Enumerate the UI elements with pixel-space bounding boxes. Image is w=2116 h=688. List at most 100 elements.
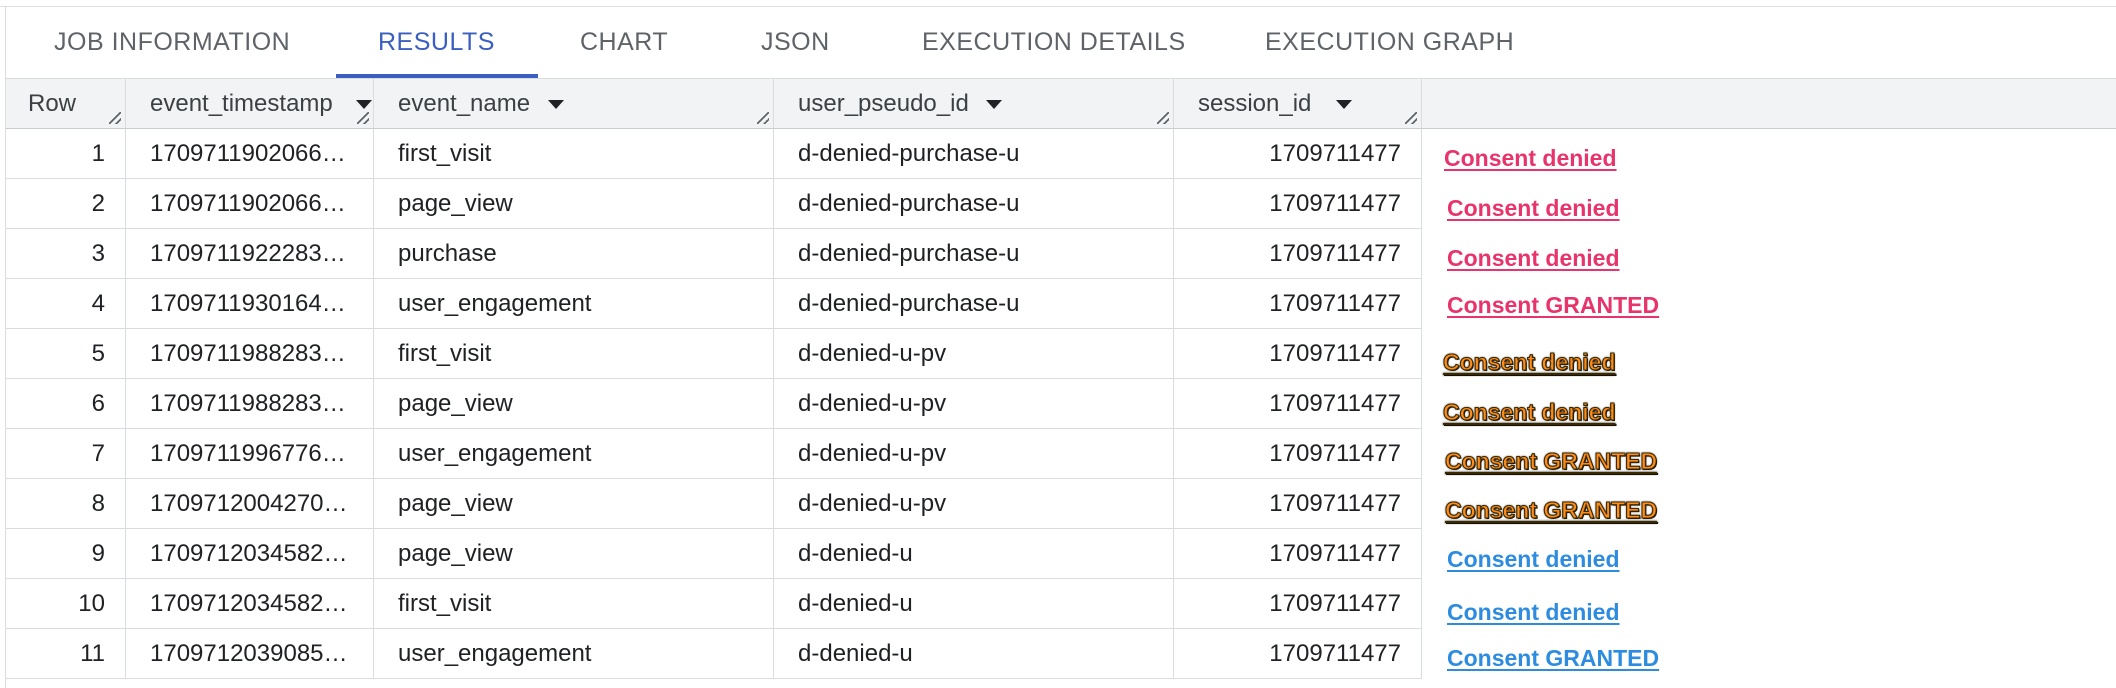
row-number-cell: 10 xyxy=(6,579,126,629)
row-number-cell: 9 xyxy=(6,529,126,579)
event-timestamp-cell: 1709711996776… xyxy=(126,429,374,479)
consent-annotation: Consent denied xyxy=(1443,399,1617,426)
event-name-cell: page_view xyxy=(374,479,774,529)
tab-job-information[interactable]: JOB INFORMATION xyxy=(54,6,290,78)
column-header-label: session_id xyxy=(1198,90,1312,117)
session-id-cell: 1709711477 xyxy=(1174,479,1422,529)
table-row[interactable]: 5 1709711988283… first_visit d-denied-u-pv 1… xyxy=(6,329,1422,379)
session-id-cell: 1709711477 xyxy=(1174,329,1422,379)
user-pseudo-id-cell: d-denied-purchase-u xyxy=(774,229,1174,279)
column-header-user-pseudo-id[interactable]: user_pseudo_id xyxy=(774,79,1174,129)
row-number-cell: 11 xyxy=(6,629,126,679)
event-timestamp-cell: 1709712004270… xyxy=(126,479,374,529)
sort-dropdown-icon[interactable] xyxy=(1336,100,1352,109)
table-row[interactable]: 4 1709711930164… user_engagement d-denied-p… xyxy=(6,279,1422,329)
consent-annotation: Consent denied xyxy=(1444,145,1617,171)
session-id-cell: 1709711477 xyxy=(1174,229,1422,279)
table-row[interactable]: 9 1709712034582… page_view d-denied-u 170971… xyxy=(6,529,1422,579)
consent-annotation: Consent denied xyxy=(1447,245,1620,271)
user-pseudo-id-cell: d-denied-purchase-u xyxy=(774,179,1174,229)
row-number-cell: 8 xyxy=(6,479,126,529)
event-name-cell: purchase xyxy=(374,229,774,279)
user-pseudo-id-cell: d-denied-u-pv xyxy=(774,429,1174,479)
user-pseudo-id-cell: d-denied-u-pv xyxy=(774,379,1174,429)
event-name-cell: user_engagement xyxy=(374,429,774,479)
event-name-cell: page_view xyxy=(374,379,774,429)
column-header-session-id[interactable]: session_id xyxy=(1174,79,1422,129)
resize-handle-icon[interactable] xyxy=(109,112,121,124)
row-number-cell: 4 xyxy=(6,279,126,329)
user-pseudo-id-cell: d-denied-purchase-u xyxy=(774,129,1174,179)
resize-handle-icon[interactable] xyxy=(1405,112,1417,124)
resize-handle-icon[interactable] xyxy=(1157,112,1169,124)
user-pseudo-id-cell: d-denied-u-pv xyxy=(774,479,1174,529)
event-timestamp-cell: 1709711922283… xyxy=(126,229,374,279)
consent-annotation: Consent denied xyxy=(1447,546,1620,572)
user-pseudo-id-cell: d-denied-purchase-u xyxy=(774,279,1174,329)
session-id-cell: 1709711477 xyxy=(1174,579,1422,629)
table-row[interactable]: 8 1709712004270… page_view d-denied-u-pv 170… xyxy=(6,479,1422,529)
user-pseudo-id-cell: d-denied-u-pv xyxy=(774,329,1174,379)
row-number-cell: 7 xyxy=(6,429,126,479)
consent-annotation: Consent GRANTED xyxy=(1444,497,1658,524)
session-id-cell: 1709711477 xyxy=(1174,429,1422,479)
active-tab-indicator xyxy=(336,74,538,78)
tab-execution-details[interactable]: EXECUTION DETAILS xyxy=(922,6,1186,78)
user-pseudo-id-cell: d-denied-u xyxy=(774,529,1174,579)
sort-dropdown-icon[interactable] xyxy=(548,100,564,109)
session-id-cell: 1709711477 xyxy=(1174,529,1422,579)
session-id-cell: 1709711477 xyxy=(1174,179,1422,229)
table-row[interactable]: 1 1709711902066… first_visit d-denied-purch… xyxy=(6,129,1422,179)
user-pseudo-id-cell: d-denied-u xyxy=(774,629,1174,679)
consent-annotation: Consent denied xyxy=(1443,349,1617,376)
event-name-cell: first_visit xyxy=(374,129,774,179)
table-row[interactable]: 3 1709711922283… purchase d-denied-purchase… xyxy=(6,229,1422,279)
column-header-label: event_timestamp xyxy=(150,90,333,117)
tab-execution-graph[interactable]: EXECUTION GRAPH xyxy=(1265,6,1514,78)
event-name-cell: user_engagement xyxy=(374,279,774,329)
user-pseudo-id-cell: d-denied-u xyxy=(774,579,1174,629)
event-timestamp-cell: 1709712039085… xyxy=(126,629,374,679)
consent-annotation: Consent denied xyxy=(1447,599,1620,625)
event-name-cell: first_visit xyxy=(374,579,774,629)
sort-dropdown-icon[interactable] xyxy=(356,100,372,109)
event-name-cell: page_view xyxy=(374,529,774,579)
consent-annotation: Consent denied xyxy=(1447,195,1620,221)
table-row[interactable]: 10 1709712034582… first_visit d-denied-u 170… xyxy=(6,579,1422,629)
column-header-label: user_pseudo_id xyxy=(798,90,969,117)
tab-results[interactable]: RESULTS xyxy=(378,6,495,78)
consent-annotation: Consent GRANTED xyxy=(1447,292,1660,318)
row-number-cell: 2 xyxy=(6,179,126,229)
consent-annotation: Consent GRANTED xyxy=(1447,645,1660,671)
event-timestamp-cell: 1709711902066… xyxy=(126,129,374,179)
event-timestamp-cell: 1709711988283… xyxy=(126,379,374,429)
table-row[interactable]: 11 1709712039085… user_engagement d-denied-… xyxy=(6,629,1422,679)
column-header-row[interactable]: Row xyxy=(6,79,126,129)
session-id-cell: 1709711477 xyxy=(1174,129,1422,179)
row-number-cell: 5 xyxy=(6,329,126,379)
tab-json[interactable]: JSON xyxy=(761,6,830,78)
table-row[interactable]: 2 1709711902066… page_view d-denied-purchas… xyxy=(6,179,1422,229)
event-timestamp-cell: 1709711930164… xyxy=(126,279,374,329)
resize-handle-icon[interactable] xyxy=(357,112,369,124)
event-timestamp-cell: 1709712034582… xyxy=(126,529,374,579)
event-name-cell: page_view xyxy=(374,179,774,229)
resize-handle-icon[interactable] xyxy=(757,112,769,124)
row-number-cell: 1 xyxy=(6,129,126,179)
consent-annotation: Consent GRANTED xyxy=(1444,448,1658,475)
event-name-cell: first_visit xyxy=(374,329,774,379)
event-timestamp-cell: 1709711988283… xyxy=(126,329,374,379)
session-id-cell: 1709711477 xyxy=(1174,629,1422,679)
row-number-cell: 6 xyxy=(6,379,126,429)
sort-dropdown-icon[interactable] xyxy=(986,100,1002,109)
column-header-label: Row xyxy=(28,90,77,117)
column-header-event-timestamp[interactable]: event_timestamp xyxy=(126,79,374,129)
table-row[interactable]: 6 1709711988283… page_view d-denied-u-pv 170… xyxy=(6,379,1422,429)
event-name-cell: user_engagement xyxy=(374,629,774,679)
column-header-event-name[interactable]: event_name xyxy=(374,79,774,129)
column-header-label: event_name xyxy=(398,90,531,117)
column-header-filler xyxy=(1422,79,2116,129)
tab-chart[interactable]: CHART xyxy=(580,6,668,78)
table-row[interactable]: 7 1709711996776… user_engagement d-denied-u… xyxy=(6,429,1422,479)
row-number-cell: 3 xyxy=(6,229,126,279)
